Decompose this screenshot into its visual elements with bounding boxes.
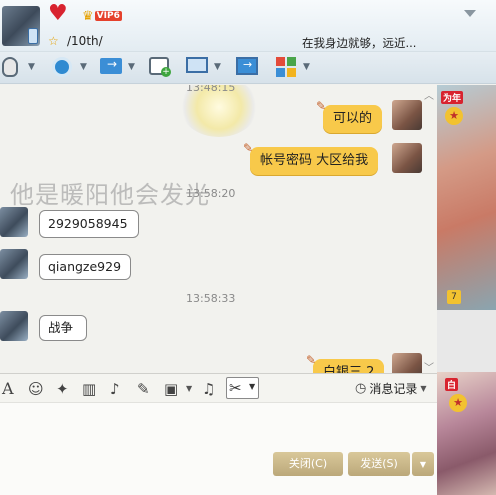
contact-avatar[interactable]	[0, 249, 28, 279]
my-avatar[interactable]	[392, 353, 422, 373]
heart-icon: ♥	[48, 1, 68, 26]
contact-avatar[interactable]	[0, 207, 28, 237]
timestamp: 13:48:15	[186, 85, 236, 94]
message-text: 2929058945	[48, 216, 128, 231]
timestamp: 13:58:33	[186, 292, 236, 305]
send-options-button[interactable]: ▼	[412, 452, 434, 476]
screen-share-icon[interactable]	[186, 57, 208, 73]
vip-badge[interactable]: ♛ VIP6	[82, 8, 122, 24]
dropdown-icon[interactable]: ▼	[186, 384, 192, 393]
voice-icon[interactable]: ♪	[110, 380, 120, 398]
crown-icon: ♛	[82, 8, 94, 24]
camera-icon[interactable]	[52, 57, 72, 77]
ad-badge: 为年	[441, 91, 464, 104]
scroll-up-icon[interactable]: ︿	[424, 87, 434, 102]
close-button-label: 关闭(C)	[288, 457, 328, 470]
guitar-icon: ✎	[306, 353, 317, 367]
microphone-icon[interactable]	[2, 57, 18, 77]
dropdown-icon[interactable]: ▼	[80, 62, 87, 72]
message-text: 可以的	[333, 111, 373, 126]
ad-badge: 白	[445, 378, 459, 391]
font-icon[interactable]: A	[2, 380, 14, 398]
dropdown-icon: ▼	[420, 384, 427, 393]
send-button-label: 发送(S)	[360, 457, 398, 470]
remote-desktop-icon[interactable]: →	[236, 57, 258, 75]
my-photo[interactable]: 白 ★	[437, 372, 496, 495]
lucky-icon: ★	[445, 107, 463, 125]
lucky-icon: ★	[449, 394, 467, 412]
my-avatar[interactable]	[392, 143, 422, 173]
sent-message[interactable]: 可以的	[323, 105, 383, 133]
history-label: 消息记录	[369, 382, 418, 396]
received-message[interactable]: 2929058945	[39, 210, 139, 238]
message-text: 白银三 2	[323, 365, 375, 373]
signature-text: 在我身边就够，远近...	[302, 36, 417, 50]
star-icon: ☆	[48, 34, 59, 48]
dropdown-icon[interactable]: ▼	[303, 62, 310, 72]
screenshot-button[interactable]: ✂ ▼	[226, 377, 259, 399]
collapse-arrow-icon[interactable]	[464, 10, 476, 17]
sent-message[interactable]: 白银三 2	[313, 359, 385, 373]
contact-avatar[interactable]	[0, 311, 28, 341]
magic-icon[interactable]: ✦	[56, 380, 69, 398]
dropdown-icon[interactable]: ▼	[28, 62, 35, 72]
side-panel: 为年 ★ 7 白 ★	[437, 85, 496, 495]
emoji-icon[interactable]: ☺	[28, 380, 44, 398]
chat-header: ♥ ♛ VIP6 ☆ /10th/ 在我身边就够，远近...	[0, 0, 496, 52]
contact-photo[interactable]: 为年 ★ 7	[437, 85, 496, 310]
new-chat-icon[interactable]: +	[149, 57, 171, 77]
music-icon[interactable]: ♫	[202, 380, 215, 398]
message-text: 帐号密码 大区给我	[260, 153, 369, 168]
dropdown-icon: ▼	[249, 382, 256, 391]
mobile-icon	[28, 28, 38, 44]
received-message[interactable]: 战争	[39, 315, 87, 341]
vip-level: VIP6	[94, 11, 122, 21]
message-text: qiangze929	[48, 259, 122, 274]
guitar-icon: ✎	[316, 99, 327, 113]
edit-icon[interactable]: ✎	[137, 380, 150, 398]
chat-messages[interactable]: 13:48:15 可以的 ✎ 帐号密码 大区给我 ✎ 他是暖阳他会发光 13:5…	[0, 85, 437, 373]
dropdown-icon: ▼	[419, 460, 427, 469]
guitar-icon: ✎	[243, 141, 254, 155]
shake-icon[interactable]: ▥	[82, 380, 96, 398]
level-icon: 7	[447, 290, 461, 304]
clock-icon: ◷	[355, 381, 367, 396]
history-button[interactable]: ◷ 消息记录 ▼	[355, 380, 427, 397]
dropdown-icon[interactable]: ▼	[214, 62, 221, 72]
account-name: /10th/	[67, 34, 103, 48]
scroll-down-icon[interactable]: ﹀	[424, 359, 434, 373]
sent-message[interactable]: 帐号密码 大区给我	[250, 147, 379, 175]
watermark-text: 他是暖阳他会发光	[10, 181, 210, 209]
message-text: 战争	[48, 320, 74, 335]
apps-icon[interactable]	[276, 57, 296, 77]
input-toolbar: A ☺ ✦ ▥ ♪ ✎ ▣ ▼ ♫ ✂ ▼ ◷ 消息记录 ▼	[0, 373, 437, 403]
main-toolbar: ▼ ▼ → ▼ + ▼ → ▼	[0, 52, 496, 84]
message-input[interactable]: 关闭(C) 发送(S) ▼	[0, 403, 437, 495]
my-avatar[interactable]	[392, 100, 422, 130]
image-icon[interactable]: ▣	[164, 380, 178, 398]
close-button[interactable]: 关闭(C)	[273, 452, 343, 476]
scissors-icon: ✂	[229, 379, 242, 397]
received-message[interactable]: qiangze929	[39, 254, 131, 280]
send-button[interactable]: 发送(S)	[348, 452, 410, 476]
timestamp: 13:58:20	[186, 187, 236, 200]
dropdown-icon[interactable]: ▼	[128, 62, 135, 72]
file-transfer-icon[interactable]: →	[100, 57, 122, 74]
contact-avatar[interactable]	[2, 6, 40, 46]
